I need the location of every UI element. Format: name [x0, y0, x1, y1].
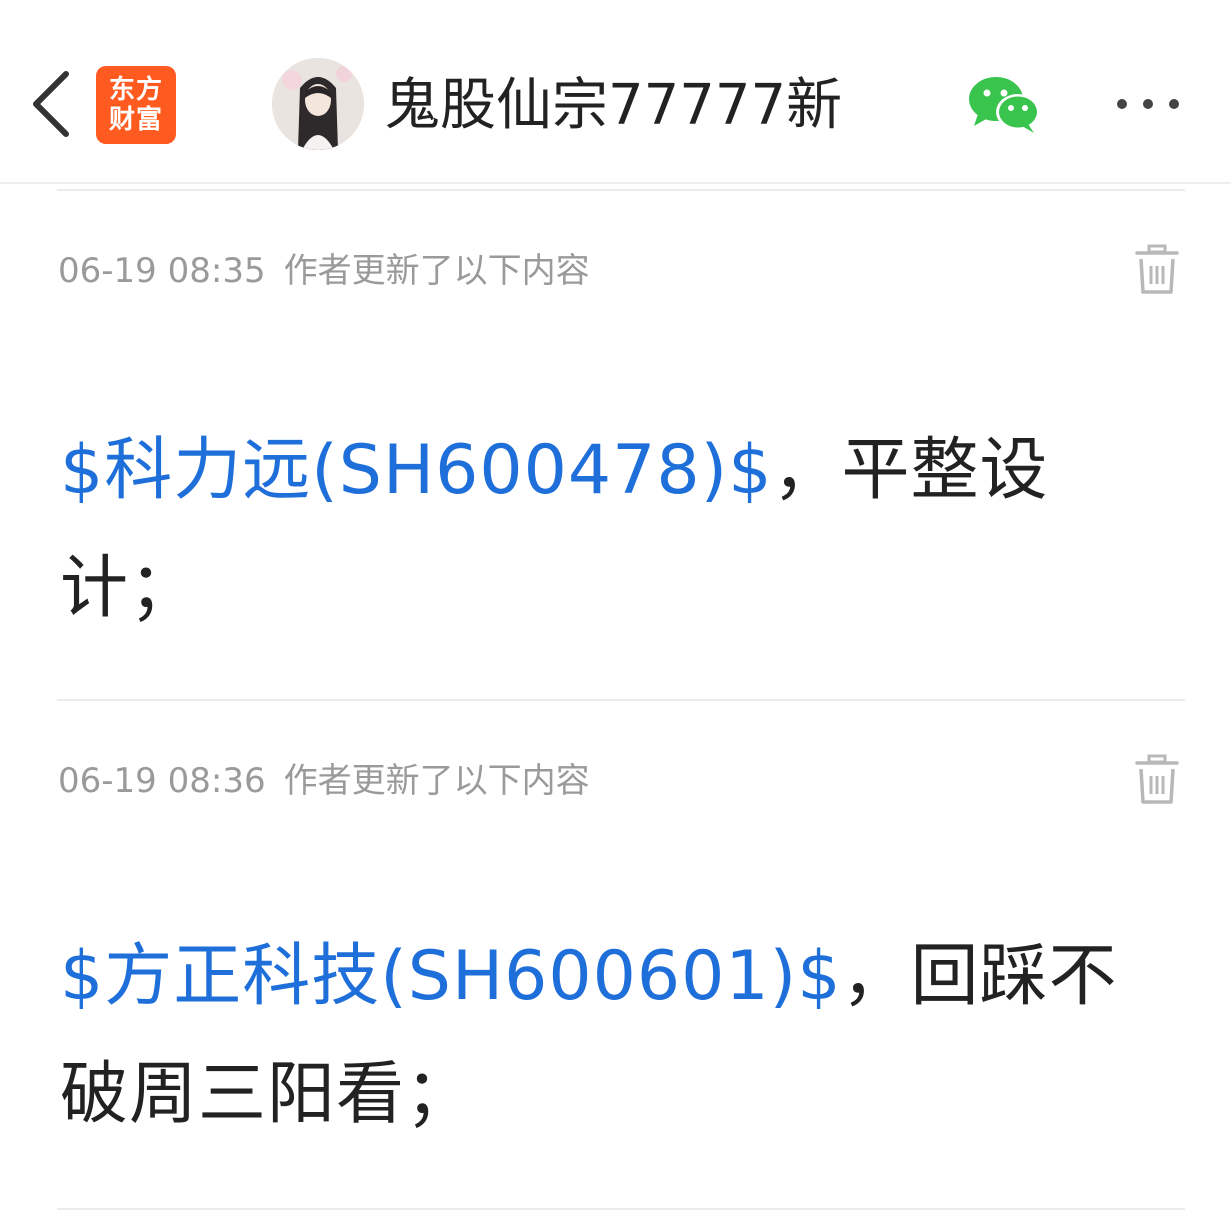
more-dots-icon: [1117, 99, 1179, 109]
wechat-share-button[interactable]: [966, 74, 1042, 136]
update-description: 作者更新了以下内容: [283, 761, 590, 801]
chevron-left-icon: [33, 71, 69, 137]
stock-link[interactable]: $方正科技(SH600601)$: [60, 937, 841, 1016]
section-divider: [57, 699, 1185, 701]
update-meta: 06-19 08:35 作者更新了以下内容: [58, 249, 590, 293]
author-avatar[interactable]: [272, 58, 364, 150]
update-meta: 06-19 08:36 作者更新了以下内容: [58, 759, 590, 803]
delete-button[interactable]: [1134, 244, 1180, 296]
section-divider: [57, 189, 1185, 191]
trash-icon: [1135, 244, 1179, 294]
top-nav-bar: 东方 财富 鬼股仙宗77777新: [0, 0, 1231, 184]
app-logo-line1: 东方: [108, 75, 163, 105]
section-divider: [57, 1208, 1185, 1210]
update-content: $科力远(SH600478)$，平整设计；: [60, 412, 1170, 648]
update-description: 作者更新了以下内容: [283, 251, 590, 291]
stock-link[interactable]: $科力远(SH600478)$: [60, 431, 772, 510]
trash-icon: [1135, 754, 1179, 804]
delete-button[interactable]: [1134, 754, 1180, 806]
update-timestamp: 06-19 08:35: [58, 251, 266, 291]
app-logo-line2: 财富: [108, 105, 163, 135]
avatar-illustration-icon: [272, 58, 364, 150]
back-button[interactable]: [24, 68, 76, 140]
update-content: $方正科技(SH600601)$，回踩不破周三阳看；: [60, 918, 1170, 1154]
author-name[interactable]: 鬼股仙宗77777新: [384, 70, 842, 142]
app-logo[interactable]: 东方 财富: [96, 66, 176, 144]
wechat-icon: [969, 77, 1040, 133]
more-options-button[interactable]: [1108, 84, 1188, 124]
update-timestamp: 06-19 08:36: [58, 761, 266, 801]
